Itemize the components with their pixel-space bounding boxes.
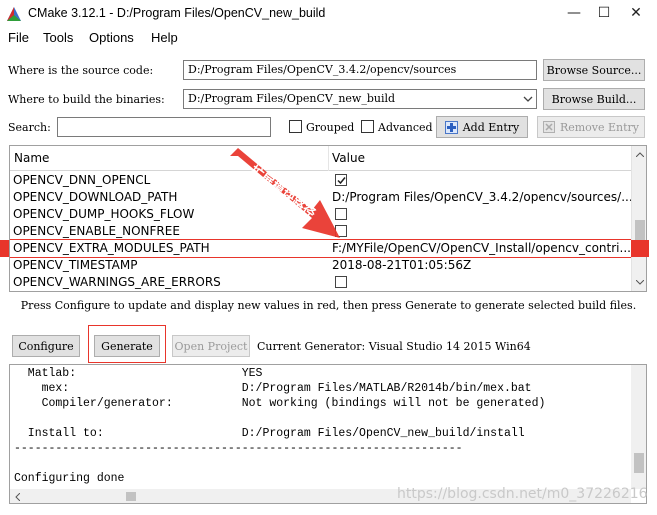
source-input-value: D:/Program Files/OpenCV_3.4.2/opencv/sou… xyxy=(188,63,457,76)
scroll-up-icon[interactable] xyxy=(636,152,644,157)
browse-build-button[interactable]: Browse Build... xyxy=(543,88,645,110)
table-vertical-scrollbar[interactable] xyxy=(631,146,646,291)
cell-name: OPENCV_EXTRA_MODULES_PATH xyxy=(13,241,210,255)
output-line: Configuring done xyxy=(14,472,125,485)
menu-tools[interactable]: Tools xyxy=(43,30,73,45)
output-hscroll-thumb[interactable] xyxy=(126,492,136,501)
cell-name: OPENCV_ENABLE_NONFREE xyxy=(13,224,180,238)
build-combobox[interactable]: D:/Program Files/OpenCV_new_build xyxy=(183,89,537,109)
scroll-thumb[interactable] xyxy=(635,220,645,242)
remove-icon xyxy=(542,121,555,133)
output-scroll-thumb[interactable] xyxy=(634,453,644,473)
menu-help[interactable]: Help xyxy=(151,30,178,45)
generate-button[interactable]: Generate xyxy=(94,335,160,357)
grouped-checkbox[interactable] xyxy=(289,120,302,133)
close-button[interactable]: ✕ xyxy=(622,2,650,24)
cell-name: OPENCV_WARNINGS_ARE_ERRORS xyxy=(13,275,221,289)
build-combobox-value: D:/Program Files/OpenCV_new_build xyxy=(188,92,396,105)
search-input[interactable] xyxy=(57,117,271,137)
build-label: Where to build the binaries: xyxy=(8,93,165,106)
chevron-down-icon[interactable] xyxy=(523,96,533,103)
minimize-button[interactable]: — xyxy=(560,2,588,24)
remove-entry-label: Remove Entry xyxy=(559,120,640,134)
source-label: Where is the source code: xyxy=(8,64,154,77)
value-checkbox[interactable] xyxy=(335,276,347,288)
output-line: ----------------------------------------… xyxy=(14,442,463,455)
cell-name: OPENCV_DUMP_HOOKS_FLOW xyxy=(13,207,195,221)
scroll-left-icon[interactable] xyxy=(15,493,20,501)
output-log[interactable]: Matlab: YES mex: D:/Program Files/MATLAB… xyxy=(9,364,647,504)
output-line: Install to: D:/Program Files/OpenCV_new_… xyxy=(14,427,525,440)
cell-name: OPENCV_DNN_OPENCL xyxy=(13,173,151,187)
cell-value[interactable]: D:/Program Files/OpenCV_3.4.2/opencv/sou… xyxy=(332,190,632,204)
output-line: Matlab: YES xyxy=(14,367,263,380)
cell-name: OPENCV_TIMESTAMP xyxy=(13,258,138,272)
output-line: Compiler/generator: Not working (binding… xyxy=(14,397,546,410)
menu-file[interactable]: File xyxy=(8,30,29,45)
highlight-marker-left xyxy=(0,240,9,257)
advanced-label: Advanced xyxy=(378,121,433,134)
cell-name: OPENCV_DOWNLOAD_PATH xyxy=(13,190,178,204)
current-generator-text: Current Generator: Visual Studio 14 2015… xyxy=(257,340,531,353)
advanced-checkbox[interactable] xyxy=(361,120,374,133)
highlight-marker-right xyxy=(631,240,649,257)
browse-source-button[interactable]: Browse Source... xyxy=(543,59,645,81)
column-header-name[interactable]: Name xyxy=(14,151,49,165)
configure-button[interactable]: Configure xyxy=(12,335,80,357)
open-project-button[interactable]: Open Project xyxy=(172,335,250,357)
cell-value[interactable]: F:/MYFile/OpenCV/OpenCV_Install/opencv_c… xyxy=(332,241,632,255)
cell-value[interactable]: 2018-08-21T01:05:56Z xyxy=(332,258,632,272)
table-row-highlighted[interactable]: OPENCV_EXTRA_MODULES_PATH F:/MYFile/OpenC… xyxy=(10,239,633,258)
status-message: Press Configure to update and display ne… xyxy=(20,299,637,312)
output-vertical-scrollbar[interactable] xyxy=(631,365,646,489)
table-row[interactable]: OPENCV_WARNINGS_ARE_ERRORS xyxy=(10,274,632,291)
table-row[interactable]: OPENCV_TIMESTAMP 2018-08-21T01:05:56Z xyxy=(10,257,632,274)
maximize-button[interactable]: ☐ xyxy=(590,2,618,24)
remove-entry-button[interactable]: Remove Entry xyxy=(537,116,645,138)
plus-icon xyxy=(444,120,458,134)
source-input[interactable]: D:/Program Files/OpenCV_3.4.2/opencv/sou… xyxy=(183,60,537,80)
cmake-logo-icon xyxy=(7,7,21,21)
menu-options[interactable]: Options xyxy=(89,30,134,45)
grouped-label: Grouped xyxy=(306,121,355,134)
search-label: Search: xyxy=(8,121,51,134)
add-entry-button[interactable]: Add Entry xyxy=(436,116,528,138)
title-bar[interactable]: CMake 3.12.1 - D:/Program Files/OpenCV_n… xyxy=(0,0,657,28)
window-title: CMake 3.12.1 - D:/Program Files/OpenCV_n… xyxy=(28,6,326,20)
watermark: https://blog.csdn.net/m0_37226216 xyxy=(397,486,648,502)
scroll-down-icon[interactable] xyxy=(636,280,644,285)
output-line: mex: D:/Program Files/MATLAB/R2014b/bin/… xyxy=(14,382,532,395)
add-entry-label: Add Entry xyxy=(462,120,520,134)
